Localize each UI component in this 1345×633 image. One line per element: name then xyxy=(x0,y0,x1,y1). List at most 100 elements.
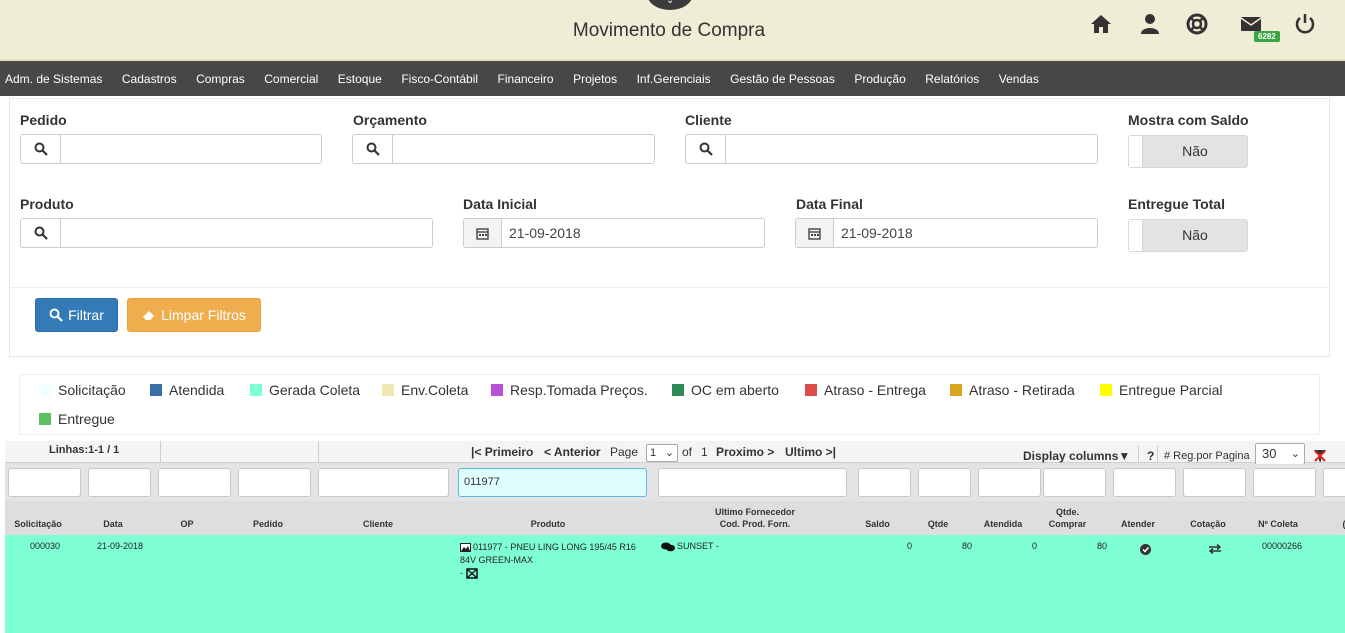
search-atender-input[interactable] xyxy=(1113,468,1176,497)
page-select[interactable]: 1 ⌄ xyxy=(646,444,678,462)
legend-label: Resp.Tomada Preços. xyxy=(510,382,648,398)
legend-item: Env.Coleta xyxy=(382,382,468,398)
help-button[interactable]: ? xyxy=(1147,449,1154,463)
first-page-link[interactable]: |< Primeiro xyxy=(471,445,533,459)
legend-item: Solicitação xyxy=(39,382,126,398)
cell-produto-line3: - xyxy=(460,567,650,580)
calendar-icon[interactable] xyxy=(464,219,502,247)
eraser-icon xyxy=(143,311,155,320)
search-qtde-comprar-input[interactable] xyxy=(1043,468,1106,497)
search-saldo-input[interactable] xyxy=(858,468,911,497)
col-pedido[interactable]: Pedido xyxy=(243,518,293,530)
exchange-icon[interactable] xyxy=(1208,544,1222,554)
previous-page-link[interactable]: < Anterior xyxy=(544,445,601,459)
user-icon[interactable] xyxy=(1138,12,1162,36)
col-qtde[interactable]: Qtde xyxy=(923,518,953,530)
produto-input[interactable] xyxy=(61,219,432,247)
records-per-page-select[interactable]: 30 ⌄ xyxy=(1255,443,1305,465)
display-columns-button[interactable]: Display columns▼ xyxy=(1023,449,1130,463)
top-header: ⌄ Movimento de Compra 6282 xyxy=(0,0,1345,61)
col-cotacao[interactable]: Cotação xyxy=(1188,518,1228,530)
menu-item-projetos[interactable]: Projetos xyxy=(573,72,617,86)
search-produto-input[interactable]: 011977 xyxy=(458,468,647,497)
clear-filter-icon[interactable] xyxy=(1313,449,1327,463)
data-grid: Linhas:1-1 / 1 |< Primeiro < Anterior Pa… xyxy=(5,441,1345,633)
cell-produto-line1: 011977 - PNEU LING LONG 195/45 R16 xyxy=(460,541,650,554)
divider xyxy=(10,287,1329,288)
search-data-input[interactable] xyxy=(88,468,151,497)
image-icon[interactable] xyxy=(460,543,471,553)
produto-field[interactable] xyxy=(20,218,433,248)
chevron-down-icon: ⌄ xyxy=(1290,448,1300,460)
search-qtde-input[interactable] xyxy=(918,468,971,497)
orcamento-input[interactable] xyxy=(393,135,654,163)
home-icon[interactable] xyxy=(1089,12,1113,36)
calendar-icon[interactable] xyxy=(796,219,834,247)
col-atender[interactable]: Atender xyxy=(1118,518,1158,530)
search-icon xyxy=(49,308,63,322)
cliente-input[interactable] xyxy=(726,135,1097,163)
col-atendida[interactable]: Atendida xyxy=(978,518,1028,530)
search-fornecedor-input[interactable] xyxy=(658,468,847,497)
col-op[interactable]: OP xyxy=(173,518,201,530)
legend-item: Entregue Parcial xyxy=(1100,382,1223,398)
menu-item-adm-sistemas[interactable]: Adm. de Sistemas xyxy=(5,72,102,86)
col-saldo[interactable]: Saldo xyxy=(860,518,895,530)
menu-item-gestao-pessoas[interactable]: Gestão de Pessoas xyxy=(730,72,835,86)
data-inicial-input[interactable]: 21-09-2018 xyxy=(502,219,764,247)
orcamento-field[interactable] xyxy=(352,134,655,164)
menu-item-estoque[interactable]: Estoque xyxy=(338,72,382,86)
data-final-field[interactable]: 21-09-2018 xyxy=(795,218,1098,248)
menu-item-comercial[interactable]: Comercial xyxy=(264,72,318,86)
col-data[interactable]: Data xyxy=(88,518,138,530)
col-coleta[interactable]: Nº Coleta xyxy=(1253,518,1303,530)
col-qtde-comprar[interactable]: Qtde. Comprar xyxy=(1045,506,1090,530)
limpar-filtros-button[interactable]: Limpar Filtros xyxy=(127,298,261,332)
photo-icon[interactable] xyxy=(465,568,478,579)
search-cotacao-input[interactable] xyxy=(1183,468,1246,497)
search-op-input[interactable] xyxy=(158,468,231,497)
pedido-input[interactable] xyxy=(61,135,321,163)
legend-label: Entregue xyxy=(58,411,115,427)
data-final-input[interactable]: 21-09-2018 xyxy=(834,219,1097,247)
next-page-link[interactable]: Proximo > xyxy=(716,445,774,459)
search-solicitacao-input[interactable] xyxy=(8,468,81,497)
menu-item-relatorios[interactable]: Relatórios xyxy=(925,72,979,86)
records-per-page-value: 30 xyxy=(1262,446,1277,461)
search-pedido-input[interactable] xyxy=(238,468,311,497)
entregue-total-toggle[interactable]: Não xyxy=(1128,219,1248,252)
orcamento-label: Orçamento xyxy=(353,112,427,128)
check-circle-icon[interactable] xyxy=(1140,544,1151,555)
menu-item-vendas[interactable]: Vendas xyxy=(999,72,1039,86)
menu-item-inf-gerenciais[interactable]: Inf.Gerenciais xyxy=(637,72,711,86)
legend-swatch xyxy=(672,384,684,396)
menu-item-fisco-contabil[interactable]: Fisco-Contábil xyxy=(401,72,478,86)
table-row[interactable]: 000030 21-09-2018 011977 - PNEU LING LON… xyxy=(5,535,1345,633)
legend-label: Env.Coleta xyxy=(401,382,469,398)
power-icon[interactable] xyxy=(1293,12,1317,36)
col-produto[interactable]: Produto xyxy=(518,518,578,530)
search-coleta-input[interactable] xyxy=(1253,468,1316,497)
cell-produto-text2: 84V GREEN-MAX xyxy=(460,555,534,565)
filtrar-button[interactable]: Filtrar xyxy=(35,298,118,332)
cliente-field[interactable] xyxy=(685,134,1098,164)
pedido-field[interactable] xyxy=(20,134,322,164)
comments-icon[interactable] xyxy=(661,542,675,552)
col-solicitacao[interactable]: Solicitação xyxy=(9,518,67,530)
column-search-row: 011977 xyxy=(5,464,1345,501)
menu-item-cadastros[interactable]: Cadastros xyxy=(122,72,177,86)
col-ultimo-fornecedor[interactable]: Ultimo Fornecedor Cod. Prod. Forn. xyxy=(685,506,825,530)
data-inicial-field[interactable]: 21-09-2018 xyxy=(463,218,765,248)
search-extra-input[interactable] xyxy=(1323,468,1345,497)
page-select-value: 1 xyxy=(650,447,657,459)
cell-solicitacao: 000030 xyxy=(30,541,61,551)
col-cliente[interactable]: Cliente xyxy=(348,518,408,530)
menu-item-financeiro[interactable]: Financeiro xyxy=(498,72,554,86)
menu-item-compras[interactable]: Compras xyxy=(196,72,245,86)
mostra-saldo-toggle[interactable]: Não xyxy=(1128,135,1248,168)
menu-item-producao[interactable]: Produção xyxy=(854,72,905,86)
search-cliente-input[interactable] xyxy=(318,468,449,497)
search-atendida-input[interactable] xyxy=(978,468,1041,497)
last-page-link[interactable]: Ultimo >| xyxy=(785,445,836,459)
help-icon[interactable] xyxy=(1185,12,1209,36)
